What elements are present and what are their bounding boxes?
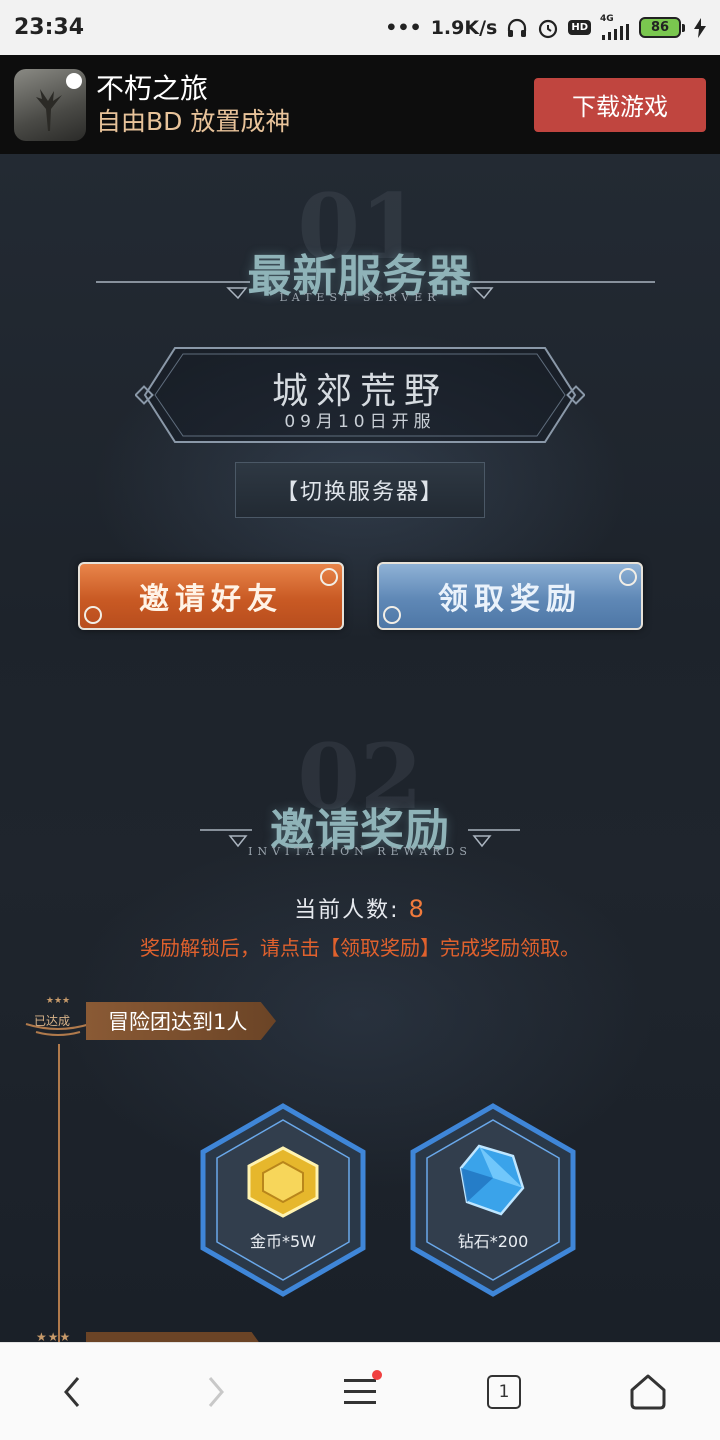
invite-friends-button[interactable]: 邀请好友 bbox=[78, 562, 344, 630]
corner-ornament-icon bbox=[619, 568, 637, 586]
alarm-icon bbox=[537, 17, 559, 39]
gold-coin-icon bbox=[247, 1146, 319, 1218]
status-bar: 23:34 ••• 1.9K/s HD 4G 86 bbox=[0, 0, 720, 55]
download-game-button[interactable]: 下载游戏 bbox=[534, 77, 706, 132]
signal-icon: 4G bbox=[600, 15, 630, 40]
next-milestone-tag bbox=[86, 1332, 266, 1342]
tab-count: 1 bbox=[487, 1374, 521, 1409]
notification-dot bbox=[372, 1369, 382, 1380]
forward-button[interactable] bbox=[176, 1352, 256, 1432]
app-icon[interactable] bbox=[14, 68, 86, 141]
battery-level: 86 bbox=[639, 17, 681, 38]
reward-item[interactable]: 金币*5W bbox=[197, 1102, 369, 1298]
diamond-icon bbox=[459, 1144, 525, 1216]
corner-ornament-icon bbox=[84, 606, 102, 624]
corner-ornament-icon bbox=[320, 568, 338, 586]
menu-icon bbox=[344, 1378, 376, 1404]
milestone-timeline bbox=[58, 1044, 60, 1342]
hd-icon: HD bbox=[568, 20, 591, 35]
charging-icon bbox=[694, 17, 706, 38]
chevron-left-icon bbox=[64, 1376, 80, 1407]
achieved-badge-label: 已达成 bbox=[34, 1014, 71, 1028]
reward-label: 金币*5W bbox=[249, 1232, 316, 1251]
section-subtitle-1: LATEST SERVER bbox=[279, 291, 441, 304]
back-button[interactable] bbox=[32, 1352, 112, 1432]
status-icons: ••• 1.9K/s HD 4G 86 bbox=[385, 15, 706, 40]
app-name: 不朽之旅 bbox=[96, 71, 209, 105]
current-count: 当前人数: 8 bbox=[0, 892, 720, 924]
event-page: 01 最新服务器 LATEST SERVER 城郊荒野 09月10日开服 【切换… bbox=[0, 154, 720, 1342]
switch-server-button[interactable]: 【切换服务器】 bbox=[235, 462, 485, 518]
headphones-icon bbox=[506, 17, 528, 39]
battery-icon: 86 bbox=[639, 17, 685, 38]
network-type: 4G bbox=[600, 14, 614, 24]
section-subtitle-2: INVITATION REWARDS bbox=[248, 845, 472, 858]
menu-button[interactable] bbox=[320, 1352, 400, 1432]
app-download-banner: 不朽之旅 自由BD 放置成神 下载游戏 bbox=[0, 55, 720, 154]
more-dots-icon: ••• bbox=[385, 16, 422, 39]
current-count-label: 当前人数: bbox=[294, 898, 400, 923]
milestone-tag: 冒险团达到1人 bbox=[86, 1002, 276, 1040]
current-count-value: 8 bbox=[408, 895, 426, 923]
corner-ornament-icon bbox=[383, 606, 401, 624]
next-milestone-stars-icon: ★★★ bbox=[36, 1330, 72, 1342]
claim-reward-label: 领取奖励 bbox=[438, 582, 582, 617]
chevron-right-icon bbox=[208, 1376, 224, 1407]
reward-hint: 奖励解锁后，请点击【领取奖励】完成奖励领取。 bbox=[140, 936, 580, 960]
network-speed: 1.9K/s bbox=[430, 16, 498, 39]
claim-reward-button[interactable]: 领取奖励 bbox=[377, 562, 643, 630]
home-button[interactable] bbox=[608, 1352, 688, 1432]
svg-text:★★★: ★★★ bbox=[46, 996, 70, 1006]
reward-label: 钻石*200 bbox=[457, 1232, 529, 1251]
invite-friends-label: 邀请好友 bbox=[139, 582, 283, 617]
browser-bottom-nav: 1 bbox=[0, 1342, 720, 1440]
home-icon bbox=[630, 1374, 666, 1409]
status-time: 23:34 bbox=[14, 15, 85, 40]
server-open-date: 09月10日开服 bbox=[284, 412, 436, 432]
app-slogan: 自由BD 放置成神 bbox=[96, 106, 291, 136]
app-badge-icon bbox=[66, 72, 82, 89]
tabs-button[interactable]: 1 bbox=[464, 1352, 544, 1432]
reward-item[interactable]: 钻石*200 bbox=[407, 1102, 579, 1298]
